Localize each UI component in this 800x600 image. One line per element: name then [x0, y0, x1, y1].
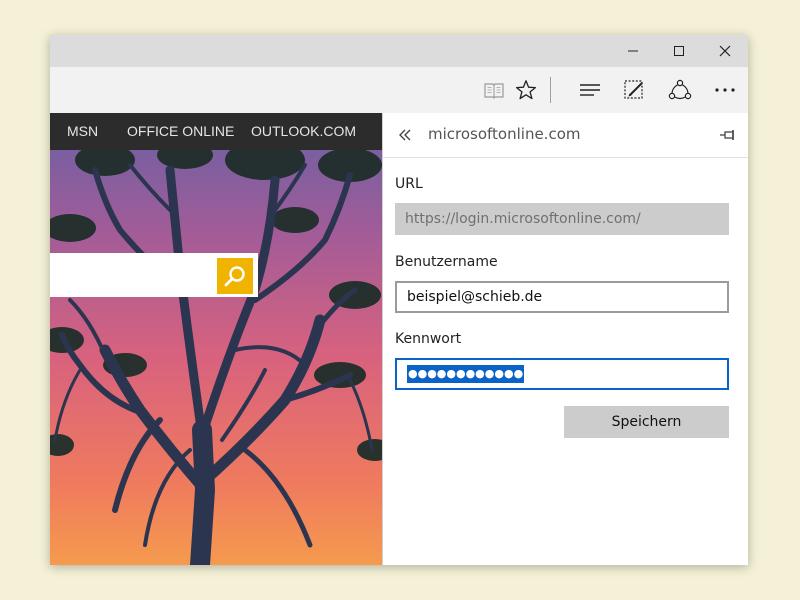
- double-chevron-left-icon: [399, 129, 411, 141]
- nav-link-msn[interactable]: MSN: [67, 113, 98, 150]
- nav-link-outlook[interactable]: OUTLOOK.COM: [251, 113, 356, 150]
- back-button[interactable]: [393, 123, 417, 147]
- favorite-star-icon: [515, 80, 537, 100]
- url-field: https://login.microsoftonline.com/: [395, 203, 729, 235]
- minimize-icon: [628, 50, 638, 52]
- favorite-button[interactable]: [510, 74, 542, 106]
- web-note-button[interactable]: [618, 74, 650, 106]
- username-field[interactable]: beispiel@schieb.de: [395, 281, 729, 313]
- share-icon: [668, 79, 692, 100]
- reading-view-button[interactable]: [478, 74, 510, 106]
- save-button[interactable]: Speichern: [564, 406, 729, 438]
- search-button[interactable]: [217, 258, 253, 294]
- saved-password-panel: microsoftonline.com URL https://login.mi…: [382, 113, 748, 565]
- title-bar: [50, 35, 748, 67]
- minimize-button[interactable]: [610, 35, 656, 67]
- search-icon: [224, 266, 245, 287]
- close-button[interactable]: [702, 35, 748, 67]
- hub-icon: [580, 84, 600, 96]
- reading-view-icon: [484, 83, 504, 99]
- web-note-icon: [624, 80, 643, 99]
- more-button[interactable]: [709, 74, 741, 106]
- tree-background-image: [50, 150, 382, 565]
- toolbar-separator: [550, 77, 551, 103]
- pin-button[interactable]: [717, 124, 739, 146]
- more-icon: [715, 88, 735, 92]
- browser-window: MSN OFFICE ONLINE OUTLOOK.COM microsofto…: [50, 35, 748, 565]
- password-selected-text: ●●●●●●●●●●●●: [407, 365, 525, 383]
- pin-icon: [720, 130, 734, 140]
- maximize-button[interactable]: [656, 35, 702, 67]
- close-icon: [719, 45, 731, 57]
- url-label: URL: [395, 176, 423, 192]
- browser-toolbar: [50, 67, 748, 113]
- share-button[interactable]: [664, 74, 696, 106]
- password-field[interactable]: ●●●●●●●●●●●●: [395, 358, 729, 390]
- panel-header: microsoftonline.com: [383, 113, 748, 158]
- site-nav-bar: MSN OFFICE ONLINE OUTLOOK.COM: [50, 113, 382, 150]
- browser-content: MSN OFFICE ONLINE OUTLOOK.COM microsofto…: [50, 113, 748, 565]
- panel-title: microsoftonline.com: [428, 125, 581, 143]
- nav-link-office-online[interactable]: OFFICE ONLINE: [127, 113, 234, 150]
- web-page: MSN OFFICE ONLINE OUTLOOK.COM: [50, 113, 382, 565]
- username-label: Benutzername: [395, 254, 498, 270]
- hub-button[interactable]: [574, 74, 606, 106]
- password-label: Kennwort: [395, 331, 462, 347]
- maximize-icon: [674, 46, 684, 56]
